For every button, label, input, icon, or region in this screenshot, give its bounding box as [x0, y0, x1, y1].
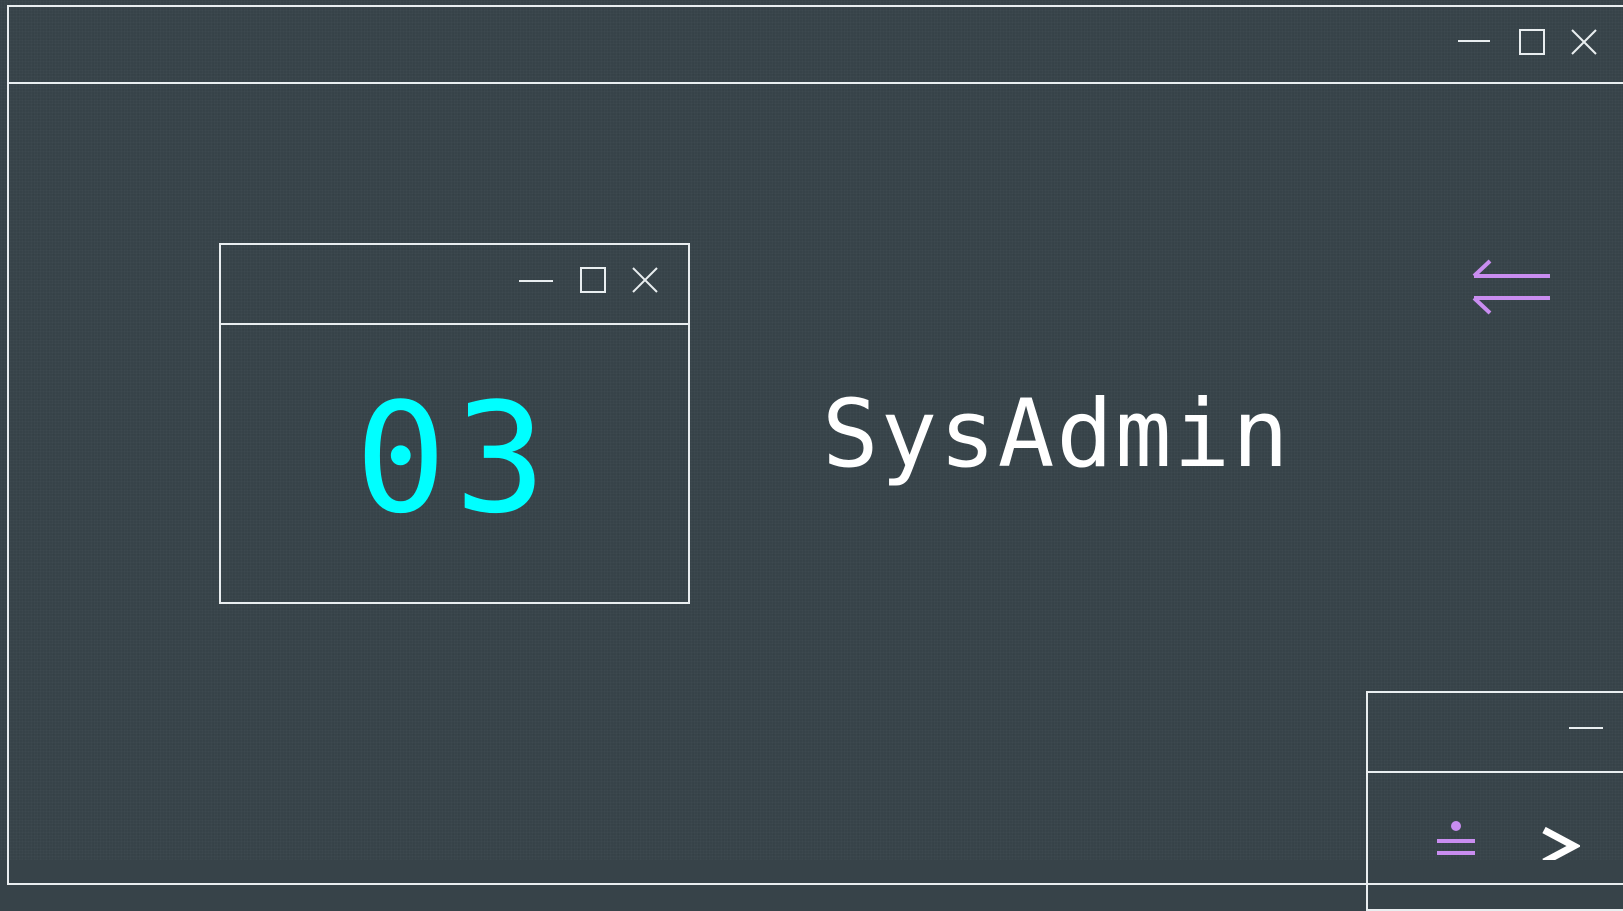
section-number-card: 03 [219, 243, 690, 604]
page-title: SysAdmin [822, 380, 1291, 489]
terminal-minimize-icon[interactable] [1568, 717, 1604, 739]
chevron-right-icon [1542, 826, 1580, 860]
left-right-arrows-icon [1472, 259, 1550, 315]
main-window-titlebar [9, 7, 1623, 84]
approx-equal-icon [1437, 821, 1475, 855]
card-minimize-icon[interactable] [518, 270, 554, 292]
section-number: 03 [354, 370, 555, 547]
minimize-icon[interactable] [1456, 29, 1492, 53]
close-icon[interactable] [1570, 28, 1598, 56]
card-maximize-icon[interactable] [579, 266, 607, 294]
card-titlebar [221, 245, 688, 325]
maximize-icon[interactable] [1518, 28, 1546, 56]
card-close-icon[interactable] [631, 266, 659, 294]
